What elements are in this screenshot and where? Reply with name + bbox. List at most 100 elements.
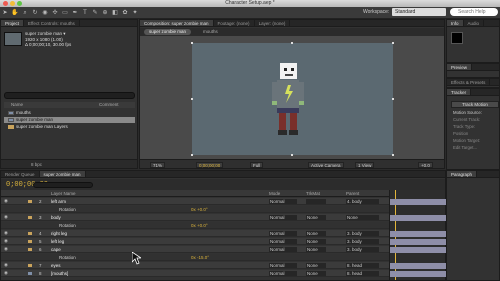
- layer-name[interactable]: [mouths]: [51, 270, 68, 277]
- current-time-display[interactable]: 0;00;00;00: [196, 161, 224, 168]
- property-value[interactable]: 0x -15.0°: [191, 254, 209, 261]
- timeline-graph[interactable]: [389, 190, 446, 280]
- workspace-select[interactable]: Standard: [392, 8, 446, 16]
- canvas-handle[interactable]: [392, 154, 394, 156]
- comp-canvas[interactable]: [191, 42, 394, 156]
- timeline-layer-row[interactable]: ◉ 8 [mouths] Normal None 8. head: [1, 270, 389, 277]
- layer-property-row[interactable]: Rotation 0x -15.0°: [1, 254, 389, 261]
- layer-duration-bar[interactable]: [390, 238, 446, 245]
- eraser-tool-icon[interactable]: ◧: [111, 9, 119, 17]
- magnification-select[interactable]: 71%: [150, 161, 166, 168]
- position-checkbox[interactable]: Position: [453, 131, 468, 136]
- tab-layer[interactable]: Layer: (none): [255, 20, 291, 26]
- puppet-tool-icon[interactable]: ✦: [131, 9, 139, 17]
- property-value[interactable]: 0x +0.0°: [191, 206, 208, 213]
- label-color-swatch[interactable]: [28, 272, 32, 275]
- layer-name-column[interactable]: Layer Name: [51, 190, 76, 197]
- minimize-window-button[interactable]: [10, 1, 15, 6]
- zoom-tool-icon[interactable]: ⌕: [21, 9, 29, 17]
- visibility-eye-icon[interactable]: ◉: [4, 198, 9, 203]
- rectangle-tool-icon[interactable]: ▭: [61, 9, 69, 17]
- label-color-swatch[interactable]: [28, 264, 32, 267]
- track-matte-select[interactable]: None: [306, 215, 326, 220]
- tab-footage[interactable]: Footage: (none): [214, 20, 255, 26]
- blend-mode-select[interactable]: Normal: [269, 239, 297, 244]
- breadcrumb-mouths[interactable]: mouths: [198, 29, 223, 35]
- blend-mode-select[interactable]: Normal: [269, 231, 297, 236]
- parent-select[interactable]: 8. head: [346, 271, 379, 276]
- pan-behind-tool-icon[interactable]: ✣: [51, 9, 59, 17]
- tab-super-zombie-man[interactable]: super zombie man: [39, 171, 86, 177]
- visibility-eye-icon[interactable]: ◉: [4, 270, 9, 275]
- text-tool-icon[interactable]: T: [81, 9, 89, 17]
- breadcrumb-super-zombie-man[interactable]: super zombie man: [144, 29, 192, 35]
- track-matte-select[interactable]: None: [306, 271, 326, 276]
- blend-mode-select[interactable]: Normal: [269, 263, 297, 268]
- zoom-window-button[interactable]: [17, 1, 22, 6]
- layer-name[interactable]: eyes: [51, 262, 61, 269]
- tab-paragraph[interactable]: Paragraph: [447, 171, 478, 177]
- layer-name[interactable]: body: [51, 214, 61, 221]
- visibility-eye-icon[interactable]: ◉: [4, 246, 9, 251]
- layer-duration-bar[interactable]: [390, 214, 446, 221]
- tab-project[interactable]: Project: [1, 20, 25, 26]
- blend-mode-select[interactable]: Normal: [269, 247, 297, 252]
- layer-name[interactable]: right leg: [51, 230, 67, 237]
- camera-tool-icon[interactable]: ◉: [41, 9, 49, 17]
- canvas-handle[interactable]: [392, 42, 394, 44]
- timeline-layer-row[interactable]: ◉ 2 left arm Normal 4. body: [1, 198, 389, 205]
- hand-tool-icon[interactable]: ✋: [11, 9, 19, 17]
- canvas-handle[interactable]: [191, 154, 193, 156]
- visibility-eye-icon[interactable]: ◉: [4, 230, 9, 235]
- bpc-toggle[interactable]: 8 bpc: [31, 162, 42, 167]
- tab-info[interactable]: Info: [447, 20, 464, 26]
- parent-select[interactable]: 3. body: [346, 239, 379, 244]
- layer-name[interactable]: left leg: [51, 238, 64, 245]
- zombie-character[interactable]: [192, 43, 393, 155]
- exposure-value[interactable]: +0.0: [418, 161, 433, 168]
- rotate-tool-icon[interactable]: ↻: [31, 9, 39, 17]
- parent-select[interactable]: 8. head: [346, 263, 379, 268]
- blend-mode-select[interactable]: Normal: [269, 215, 297, 220]
- canvas-handle[interactable]: [291, 42, 293, 44]
- tab-render-queue[interactable]: Render Queue: [1, 171, 40, 177]
- track-matte-select[interactable]: None: [306, 239, 326, 244]
- parent-select[interactable]: None: [346, 215, 379, 220]
- mode-column[interactable]: Mode: [269, 190, 280, 197]
- camera-select[interactable]: Active Camera: [308, 161, 344, 168]
- roto-brush-tool-icon[interactable]: ✿: [121, 9, 129, 17]
- track-matte-select[interactable]: None: [306, 263, 326, 268]
- layer-duration-bar[interactable]: [390, 270, 446, 277]
- canvas-handle[interactable]: [191, 42, 193, 44]
- timeline-layer-row[interactable]: ◉ 4 right leg Normal None 3. body: [1, 230, 389, 237]
- parent-select[interactable]: 3. body: [346, 231, 379, 236]
- project-item-mouths[interactable]: mouths: [4, 110, 135, 116]
- canvas-handle[interactable]: [392, 98, 394, 100]
- project-item-layers-folder[interactable]: super zombie man Layers: [4, 124, 135, 130]
- visibility-eye-icon[interactable]: ◉: [4, 214, 9, 219]
- visibility-eye-icon[interactable]: ◉: [4, 238, 9, 243]
- label-color-swatch[interactable]: [28, 232, 32, 235]
- property-value[interactable]: 0x +0.0°: [191, 222, 208, 229]
- project-item-super-zombie-man[interactable]: super zombie man: [4, 117, 135, 123]
- brush-tool-icon[interactable]: ✎: [91, 9, 99, 17]
- label-color-swatch[interactable]: [28, 216, 32, 219]
- tab-composition[interactable]: Composition: super zombie man: [140, 20, 214, 26]
- track-motion-button[interactable]: Track Motion: [451, 101, 499, 108]
- view-layout-select[interactable]: 1 View: [355, 161, 375, 168]
- parent-select[interactable]: 4. body: [346, 199, 379, 204]
- comment-column-header[interactable]: Comment: [99, 102, 119, 108]
- timeline-search-input[interactable]: [33, 182, 93, 188]
- track-matte-select[interactable]: None: [306, 247, 326, 252]
- layer-name[interactable]: left arm: [51, 198, 66, 205]
- timeline-layer-row[interactable]: ◉ 6 cape Normal None 3. body: [1, 246, 389, 253]
- layer-name[interactable]: cape: [51, 246, 61, 253]
- layer-duration-bar[interactable]: [390, 246, 446, 253]
- parent-column[interactable]: Parent: [346, 190, 359, 197]
- canvas-handle[interactable]: [191, 98, 193, 100]
- trkmat-column[interactable]: TrkMat: [306, 190, 320, 197]
- label-color-swatch[interactable]: [28, 200, 32, 203]
- label-color-swatch[interactable]: [28, 248, 32, 251]
- label-color-swatch[interactable]: [28, 240, 32, 243]
- tab-tracker[interactable]: Tracker: [447, 89, 472, 95]
